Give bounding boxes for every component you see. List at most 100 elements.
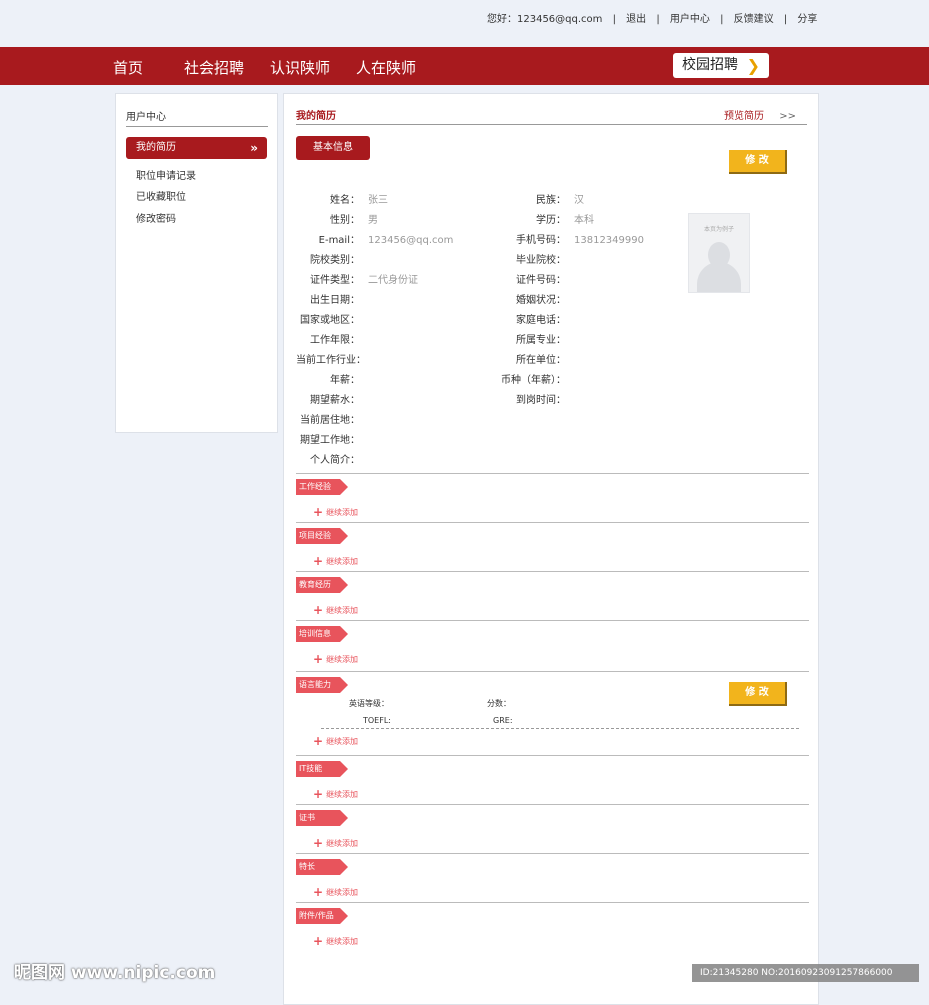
field-graduate-school: 毕业院校： xyxy=(516,255,566,266)
basic-info-tab[interactable]: 基本信息 xyxy=(296,136,370,160)
nav-social-recruitment[interactable]: 社会招聘 xyxy=(184,57,244,78)
field-work-years: 工作年限： xyxy=(310,335,360,346)
field-major: 所属专业： xyxy=(516,335,566,346)
add-language-button[interactable]: + 继续添加 xyxy=(313,733,358,748)
field-bio: 个人简介： xyxy=(310,455,360,466)
sidebar-item-label: 我的简历 xyxy=(136,142,176,153)
plus-icon: + xyxy=(313,934,324,948)
preview-resume-link[interactable]: 预览简历 >> xyxy=(724,107,796,122)
sidebar-item-my-resume[interactable]: 我的简历 » xyxy=(126,137,267,159)
main-nav: 首页 社会招聘 认识陕师 人在陕师 校园招聘 ❯ xyxy=(0,47,929,85)
plus-icon: + xyxy=(313,885,324,899)
add-work-experience-button[interactable]: + 继续添加 xyxy=(313,504,358,519)
field-mobile: 手机号码： 13812349990 xyxy=(516,235,644,246)
section-project-experience: 项目经验 + 继续添加 xyxy=(296,522,809,571)
toefl-label: TOEFL: xyxy=(363,716,391,725)
avatar-head-icon xyxy=(708,242,730,268)
english-level-label: 英语等级： xyxy=(349,699,389,708)
plus-icon: + xyxy=(313,505,324,519)
field-currency: 币种（年薪）： xyxy=(501,375,566,386)
logout-link[interactable]: 退出 xyxy=(626,14,646,25)
plus-icon: + xyxy=(313,787,324,801)
watermark-id: ID:21345280 NO:20160923091257866000 xyxy=(692,964,919,982)
feedback-link[interactable]: 反馈建议 xyxy=(734,14,774,25)
add-specialty-button[interactable]: + 继续添加 xyxy=(313,884,358,899)
field-ethnicity: 民族：汉 xyxy=(536,195,584,206)
section-tag: 证书 xyxy=(296,810,348,826)
field-gender: 性别：男 xyxy=(330,215,378,226)
profile-photo: 本页为例子 xyxy=(688,213,750,293)
section-it-skills: IT技能 + 继续添加 xyxy=(296,755,809,804)
top-user-bar: 您好：123456@qq.com | 退出 | 用户中心 | 反馈建议 | 分享 xyxy=(487,10,817,25)
section-training: 培训信息 + 继续添加 xyxy=(296,620,809,671)
field-id-type: 证件类型： 二代身份证 xyxy=(310,275,418,286)
photo-caption: 本页为例子 xyxy=(703,226,734,233)
sidebar: 用户中心 我的简历 » 职位申请记录 已收藏职位 修改密码 xyxy=(115,93,278,433)
section-attachments: 附件/作品 + 继续添加 xyxy=(296,902,809,963)
add-attachment-button[interactable]: + 继续添加 xyxy=(313,933,358,948)
edit-basic-info-button[interactable]: 修 改 xyxy=(729,150,787,174)
score-label: 分数： xyxy=(487,699,511,708)
add-certificate-button[interactable]: + 继续添加 xyxy=(313,835,358,850)
campus-recruitment-label: 校园招聘 xyxy=(682,57,738,73)
field-birth-date: 出生日期： xyxy=(310,295,360,306)
campus-recruitment-button[interactable]: 校园招聘 ❯ xyxy=(673,53,769,78)
sidebar-item-favorites[interactable]: 已收藏职位 xyxy=(136,188,186,203)
gre-label: GRE: xyxy=(493,716,513,725)
nav-home[interactable]: 首页 xyxy=(113,57,143,78)
plus-icon: + xyxy=(313,734,324,748)
sidebar-item-applications[interactable]: 职位申请记录 xyxy=(136,167,196,182)
add-it-skill-button[interactable]: + 继续添加 xyxy=(313,786,358,801)
divider xyxy=(321,728,799,729)
section-tag: 项目经验 xyxy=(296,528,348,544)
field-expected-location: 期望工作地： xyxy=(300,435,360,446)
field-home-phone: 家庭电话： xyxy=(516,315,566,326)
user-center-link[interactable]: 用户中心 xyxy=(670,14,710,25)
field-education: 学历： 本科 xyxy=(536,215,594,226)
field-marital-status: 婚姻状况： xyxy=(516,295,566,306)
section-certificates: 证书 + 继续添加 xyxy=(296,804,809,853)
section-language: 语言能力 修 改 英语等级： 分数： TOEFL: GRE: + 继续添加 xyxy=(296,671,809,755)
share-link[interactable]: 分享 xyxy=(797,14,817,25)
section-tag: 特长 xyxy=(296,859,348,875)
section-education: 教育经历 + 继续添加 xyxy=(296,571,809,620)
nav-about[interactable]: 认识陕师 xyxy=(270,57,330,78)
divider: | xyxy=(612,14,616,25)
nav-people[interactable]: 人在陕师 xyxy=(356,57,416,78)
plus-icon: + xyxy=(313,603,324,617)
section-work-experience: 工作经验 + 继续添加 xyxy=(296,473,809,522)
add-education-button[interactable]: + 继续添加 xyxy=(313,602,358,617)
field-name: 姓名： 张三 xyxy=(330,195,388,206)
section-specialties: 特长 + 继续添加 xyxy=(296,853,809,902)
resume-panel: 我的简历 预览简历 >> 基本信息 修 改 姓名： 张三 性别：男 E-mail：… xyxy=(283,93,819,1005)
add-training-button[interactable]: + 继续添加 xyxy=(313,651,358,666)
field-school-type: 院校类别： xyxy=(310,255,360,266)
field-industry: 当前工作行业： xyxy=(296,355,366,366)
section-tag: 培训信息 xyxy=(296,626,348,642)
sidebar-item-change-password[interactable]: 修改密码 xyxy=(136,210,176,225)
double-chevron-icon: » xyxy=(250,141,258,155)
field-country: 国家或地区： xyxy=(300,315,360,326)
preview-arrow: >> xyxy=(779,111,796,122)
sidebar-title: 用户中心 xyxy=(126,108,268,127)
section-tag: 附件/作品 xyxy=(296,908,348,924)
section-tag: IT技能 xyxy=(296,761,348,777)
section-tag: 语言能力 xyxy=(296,677,348,693)
divider: | xyxy=(783,14,788,25)
plus-icon: + xyxy=(313,554,324,568)
field-email: E-mail： 123456@qq.com xyxy=(318,235,454,246)
divider: | xyxy=(656,14,660,25)
field-employer: 所在单位： xyxy=(516,355,566,366)
section-tag: 教育经历 xyxy=(296,577,348,593)
field-residence: 当前居住地： xyxy=(300,415,360,426)
add-project-experience-button[interactable]: + 继续添加 xyxy=(313,553,358,568)
plus-icon: + xyxy=(313,836,324,850)
section-tag: 工作经验 xyxy=(296,479,348,495)
watermark-logo: 昵图网 www.nipic.com xyxy=(14,963,216,983)
field-start-date: 到岗时间： xyxy=(516,395,566,406)
edit-language-button[interactable]: 修 改 xyxy=(729,682,787,706)
plus-icon: + xyxy=(313,652,324,666)
field-id-number: 证件号码： xyxy=(516,275,566,286)
field-expected-salary: 期望薪水： xyxy=(310,395,360,406)
divider: | xyxy=(720,14,724,25)
